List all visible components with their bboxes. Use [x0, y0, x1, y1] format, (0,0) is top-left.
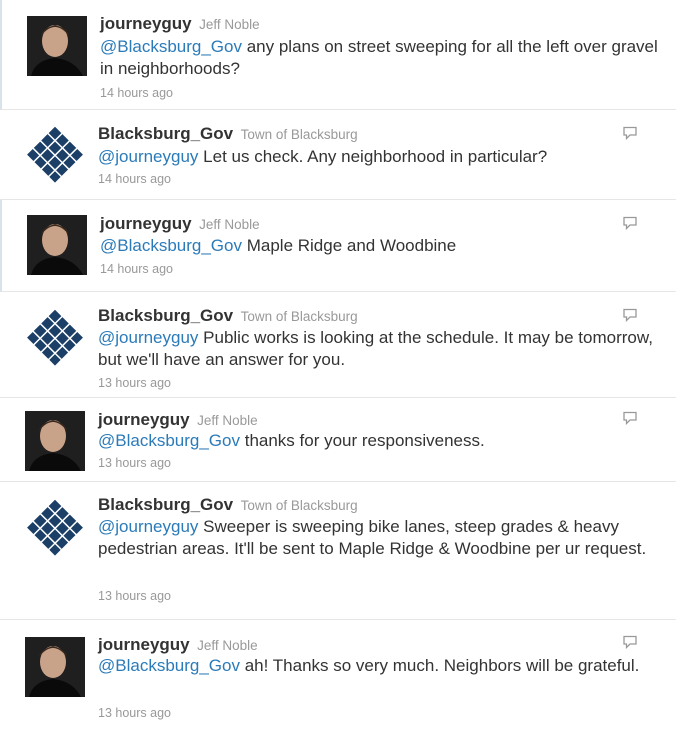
reply-icon[interactable] [622, 308, 638, 322]
tweet-item: journeyguy Jeff Noble @Blacksburg_Gov Ma… [0, 200, 676, 292]
mention-link[interactable]: @Blacksburg_Gov [100, 37, 242, 56]
username[interactable]: journeyguy [98, 410, 190, 429]
tweet-item: journeyguy Jeff Noble @Blacksburg_Gov ah… [0, 620, 676, 738]
tweet-body: thanks for your responsiveness. [240, 431, 485, 450]
tweet-text: @Blacksburg_Gov thanks for your responsi… [98, 430, 658, 452]
tweet-text: @journeyguy Public works is looking at t… [98, 327, 658, 371]
timestamp[interactable]: 13 hours ago [98, 589, 171, 603]
timestamp[interactable]: 14 hours ago [100, 262, 173, 276]
username[interactable]: Blacksburg_Gov [98, 306, 233, 325]
timestamp[interactable]: 14 hours ago [100, 86, 173, 100]
logo-graphic [27, 309, 83, 366]
mention-link[interactable]: @journeyguy [98, 517, 198, 536]
tweet-body: Let us check. Any neighborhood in partic… [198, 147, 548, 166]
person-avatar-icon[interactable] [27, 215, 87, 275]
timestamp[interactable]: 13 hours ago [98, 376, 171, 390]
tweet-item: Blacksburg_Gov Town of Blacksburg @journ… [0, 292, 676, 398]
logo-graphic [27, 126, 83, 183]
reply-icon[interactable] [622, 411, 638, 425]
blacksburg-logo-icon[interactable] [25, 125, 85, 185]
full-name: Town of Blacksburg [240, 498, 358, 513]
tweet-text: @Blacksburg_Gov Maple Ridge and Woodbine [100, 235, 660, 257]
tweet-item: journeyguy Jeff Noble @Blacksburg_Gov th… [0, 398, 676, 482]
person-avatar-icon[interactable] [25, 637, 85, 697]
tweet-body: ah! Thanks so very much. Neighbors will … [240, 656, 640, 675]
tweet-text: @Blacksburg_Gov ah! Thanks so very much.… [98, 655, 658, 677]
full-name: Town of Blacksburg [240, 127, 358, 142]
tweet-item: Blacksburg_Gov Town of Blacksburg @journ… [0, 110, 676, 200]
tweet-text: @journeyguy Let us check. Any neighborho… [98, 146, 658, 168]
tweet-body: Maple Ridge and Woodbine [242, 236, 457, 255]
mention-link[interactable]: @Blacksburg_Gov [98, 431, 240, 450]
username[interactable]: Blacksburg_Gov [98, 495, 233, 514]
reply-icon[interactable] [622, 126, 638, 140]
logo-graphic [27, 499, 83, 556]
full-name: Town of Blacksburg [240, 309, 358, 324]
username[interactable]: Blacksburg_Gov [98, 124, 233, 143]
timestamp[interactable]: 14 hours ago [98, 172, 171, 186]
mention-link[interactable]: @journeyguy [98, 328, 198, 347]
reply-icon[interactable] [622, 635, 638, 649]
tweet-text: @journeyguy Sweeper is sweeping bike lan… [98, 516, 658, 560]
tweet-item: Blacksburg_Gov Town of Blacksburg @journ… [0, 482, 676, 620]
tweet-item: journeyguy Jeff Noble @Blacksburg_Gov an… [0, 0, 676, 110]
mention-link[interactable]: @journeyguy [98, 147, 198, 166]
mention-link[interactable]: @Blacksburg_Gov [98, 656, 240, 675]
mention-link[interactable]: @Blacksburg_Gov [100, 236, 242, 255]
blacksburg-logo-icon[interactable] [25, 498, 85, 558]
username[interactable]: journeyguy [100, 214, 192, 233]
timestamp[interactable]: 13 hours ago [98, 706, 171, 720]
blacksburg-logo-icon[interactable] [25, 308, 85, 368]
timestamp[interactable]: 13 hours ago [98, 456, 171, 470]
full-name: Jeff Noble [197, 413, 258, 428]
tweet-text: @Blacksburg_Gov any plans on street swee… [100, 36, 660, 80]
username[interactable]: journeyguy [100, 14, 192, 33]
full-name: Jeff Noble [197, 638, 258, 653]
username[interactable]: journeyguy [98, 635, 190, 654]
full-name: Jeff Noble [199, 17, 260, 32]
reply-icon[interactable] [622, 216, 638, 230]
person-avatar-icon[interactable] [25, 411, 85, 471]
person-avatar-icon[interactable] [27, 16, 87, 76]
full-name: Jeff Noble [199, 217, 260, 232]
